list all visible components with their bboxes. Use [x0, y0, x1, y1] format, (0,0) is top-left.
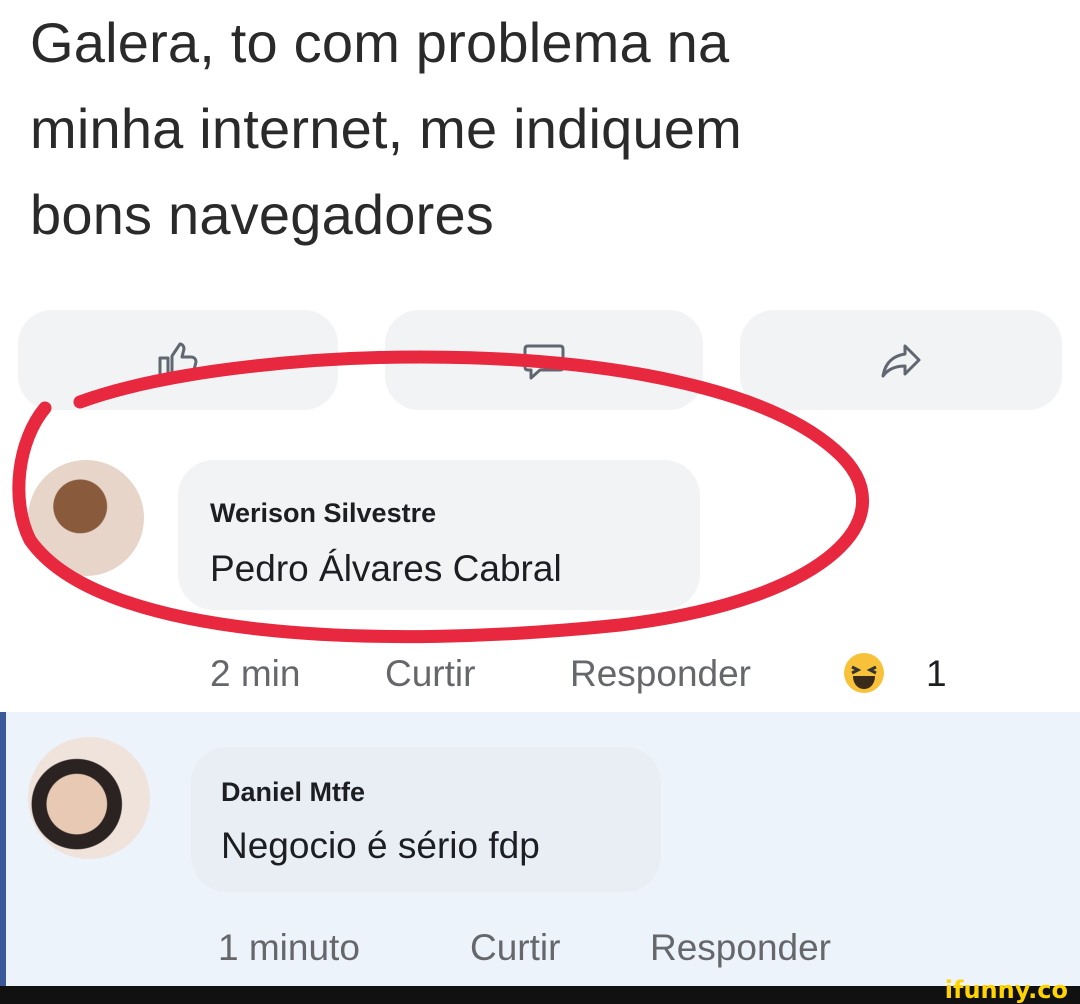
comment-time: 2 min	[210, 653, 301, 694]
comment-icon	[523, 344, 565, 380]
watermark-logo: ifunny.co	[944, 976, 1068, 1004]
haha-emoji-icon[interactable]	[842, 651, 886, 695]
comment-author[interactable]: Werison Silvestre	[210, 498, 436, 529]
thumbs-up-icon	[158, 342, 198, 380]
avatar[interactable]	[28, 737, 150, 859]
footer-bar	[0, 986, 1080, 1004]
post-text-line: Galera, to com problema na	[30, 11, 730, 74]
comment-text: Pedro Álvares Cabral	[210, 548, 562, 589]
reply-link[interactable]: Responder	[570, 653, 751, 695]
post-text-line: bons navegadores	[30, 183, 494, 246]
post-text-line: minha internet, me indiquem	[30, 97, 742, 160]
share-button[interactable]	[740, 310, 1062, 410]
highlighted-comment: Daniel Mtfe Negocio é sério fdp 1 minuto…	[0, 712, 1080, 987]
like-link[interactable]: Curtir	[470, 927, 560, 969]
comment-author[interactable]: Daniel Mtfe	[221, 777, 365, 808]
comment-text: Negocio é sério fdp	[221, 825, 540, 866]
comment-bubble: Daniel Mtfe Negocio é sério fdp	[191, 747, 661, 892]
post-text: Galera, to com problema na minha interne…	[30, 0, 1030, 258]
avatar[interactable]	[28, 460, 144, 576]
share-icon	[881, 344, 921, 378]
reaction-count: 1	[926, 653, 947, 694]
like-link[interactable]: Curtir	[385, 653, 475, 695]
comment-button[interactable]	[385, 310, 703, 410]
post-action-bar	[0, 310, 1080, 415]
like-button[interactable]	[18, 310, 338, 410]
reply-link[interactable]: Responder	[650, 927, 831, 969]
comment-bubble: Werison Silvestre Pedro Álvares Cabral	[178, 460, 700, 610]
comment-time: 1 minuto	[218, 927, 360, 968]
comment: Werison Silvestre Pedro Álvares Cabral 2…	[0, 455, 1080, 705]
